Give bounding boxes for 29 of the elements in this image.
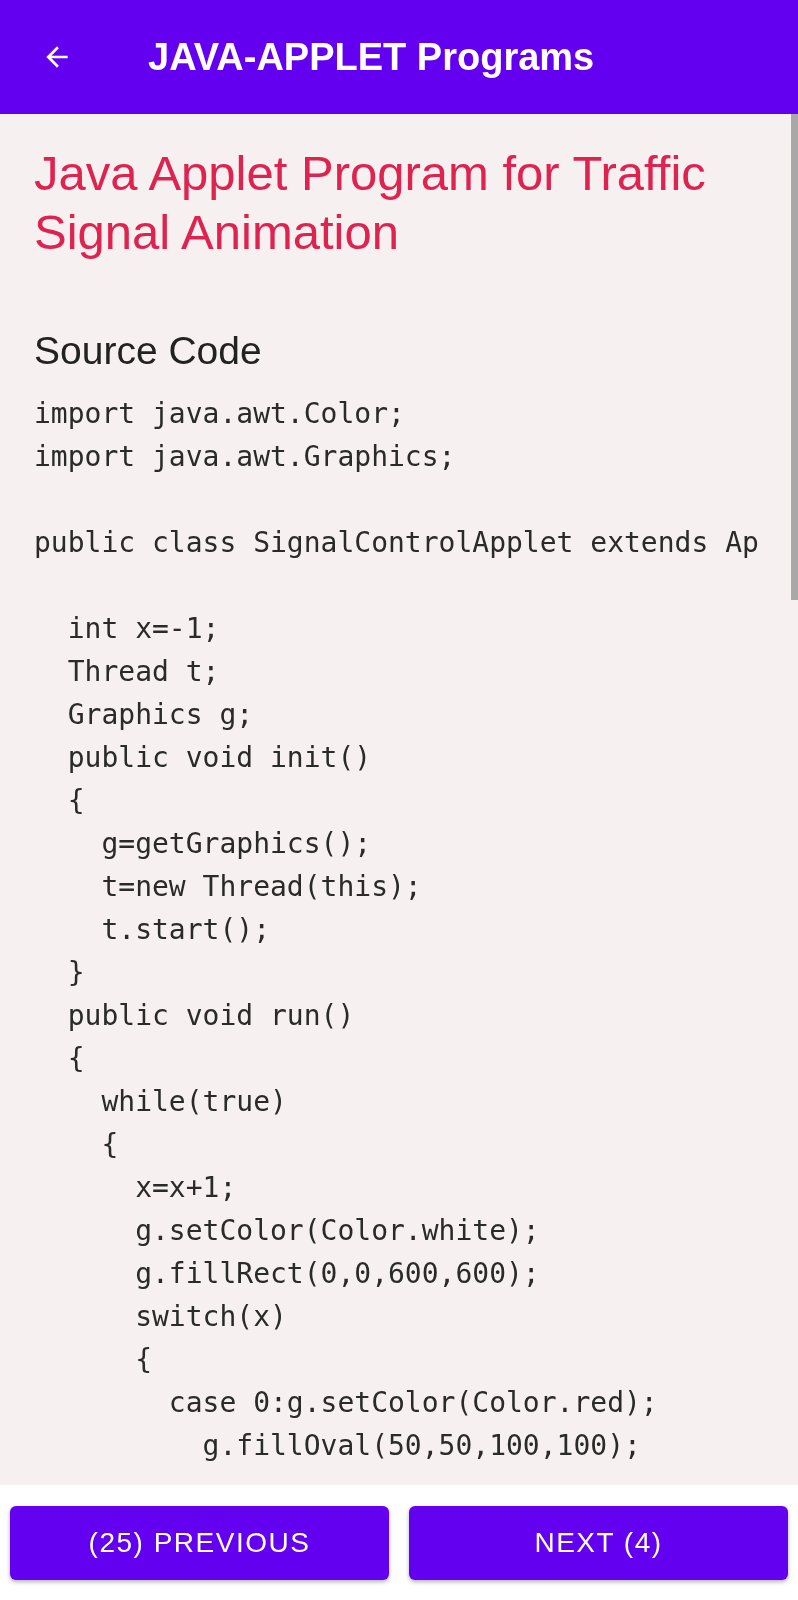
code-line: switch(x) — [135, 1299, 287, 1335]
code-line: g.setColor(Color.white); — [135, 1213, 540, 1249]
code-line: { — [67, 783, 85, 819]
code-line: case 0:g.setColor(Color.red); — [168, 1385, 658, 1421]
article-title: Java Applet Program for Traffic Signal Animation — [34, 145, 707, 261]
code-line: Thread t; — [67, 654, 220, 690]
code-line: t=new Thread(this); — [101, 869, 422, 905]
code-line: x=x+1; — [135, 1170, 237, 1206]
code-line: int x=-1; — [67, 611, 220, 647]
code-line: g.fillRect(0,0,600,600); — [135, 1256, 540, 1292]
section-heading: Source Code — [34, 328, 262, 374]
code-line: g=getGraphics(); — [101, 826, 372, 862]
code-line: } — [67, 955, 85, 991]
code-line: public class SignalControlApplet extends Ap — [34, 525, 759, 561]
code-line: public void run() — [67, 998, 355, 1034]
code-line: import java.awt.Graphics; — [34, 439, 456, 475]
code-line: g.fillOval(50,50,100,100); — [202, 1428, 641, 1464]
code-line: import java.awt.Color; — [34, 396, 405, 432]
code-line: { — [101, 1127, 119, 1163]
scrollbar-thumb[interactable] — [791, 114, 798, 600]
code-line: while(true) — [101, 1084, 287, 1120]
next-button[interactable]: NEXT (4) — [409, 1506, 788, 1580]
code-line: public void init() — [67, 740, 372, 776]
code-line: { — [135, 1342, 152, 1378]
previous-button[interactable]: (25) PREVIOUS — [10, 1506, 389, 1580]
code-line: { — [67, 1041, 85, 1077]
app-bar-title: JAVA-APPLET Programs — [148, 38, 595, 76]
code-line: Graphics g; — [67, 697, 254, 733]
code-line: t.start(); — [101, 912, 270, 948]
